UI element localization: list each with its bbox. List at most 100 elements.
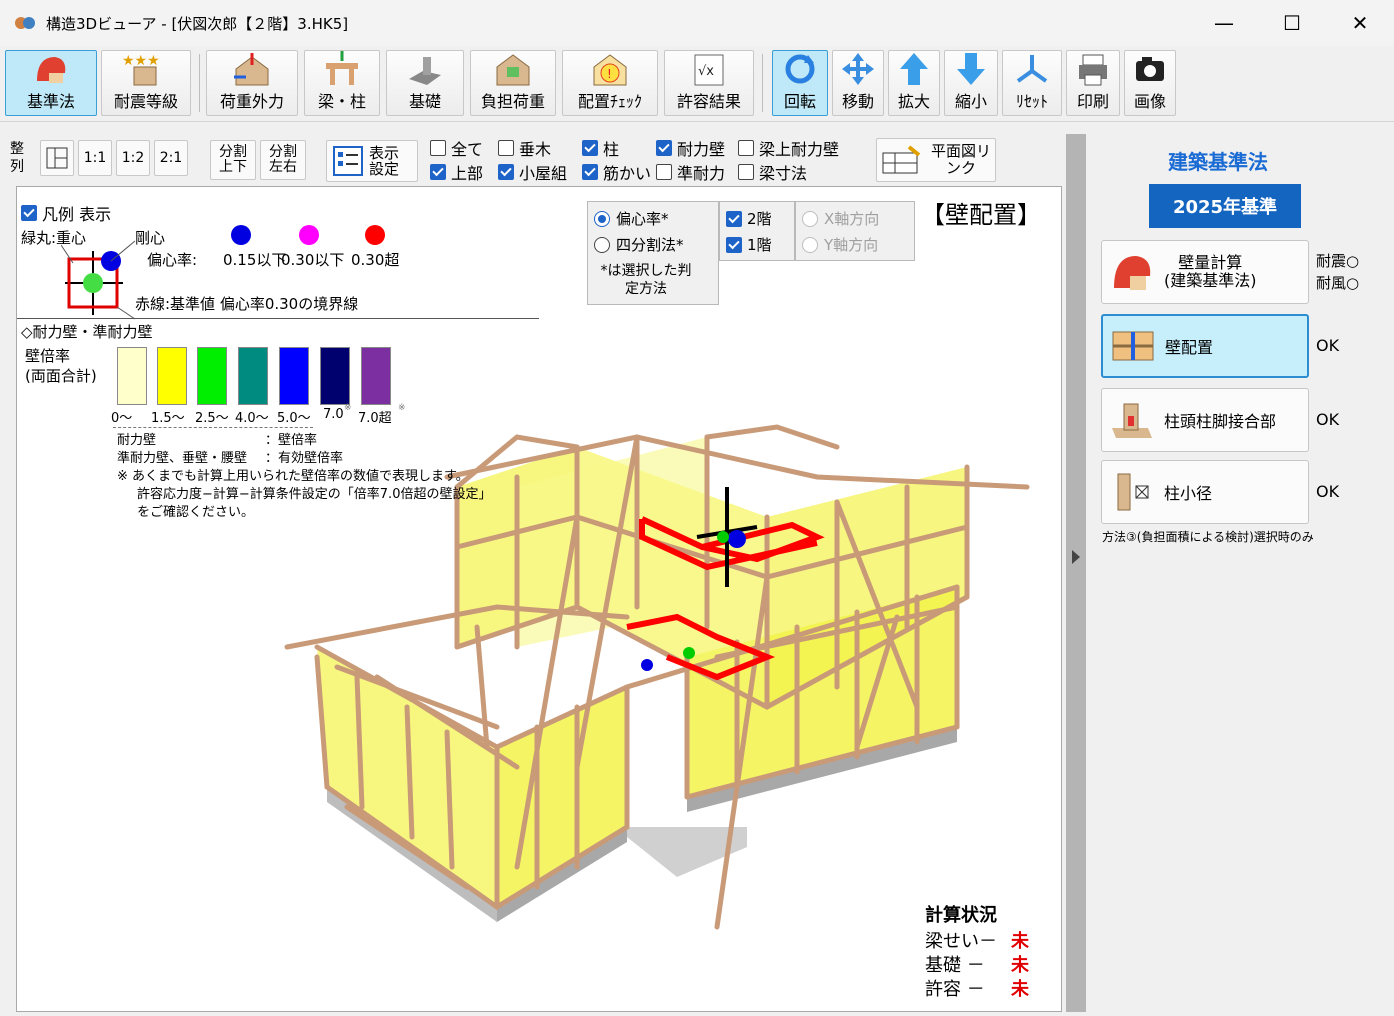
check-column[interactable]: 柱	[582, 136, 619, 160]
radio-x-axis[interactable]: X軸方向	[802, 208, 879, 229]
split-vertical-button[interactable]: 分割上下	[210, 140, 256, 180]
right-panel: 建築基準法 2025年基準 壁量計算 (建築基準法) 耐震○ 耐風○ 壁配置 O…	[1088, 126, 1394, 1016]
swatch-1-5	[157, 347, 187, 405]
calc-status-foundation: 未	[1011, 955, 1029, 976]
kijunho-button[interactable]: 基準法	[5, 50, 97, 116]
load-button[interactable]: 荷重外力	[206, 50, 298, 116]
chevron-right-icon[interactable]	[1070, 548, 1082, 566]
burden-house-icon	[496, 54, 530, 86]
column-size-icon	[1117, 473, 1149, 511]
calc-status-beam: 未	[1011, 931, 1029, 952]
layout-check-button[interactable]: ! 配置ﾁｪｯｸ	[562, 50, 658, 116]
swatch-5-0	[279, 347, 309, 405]
display-settings-button[interactable]: 表示設定	[326, 140, 418, 182]
stars-icon: ★★★	[122, 53, 160, 86]
swatch-label-5: 7.0	[323, 407, 344, 422]
minimize-button[interactable]: —	[1190, 0, 1258, 46]
ecc-dot-high	[365, 225, 385, 245]
radio-y-axis[interactable]: Y軸方向	[802, 234, 878, 255]
calc-row-beam: 梁せい－	[925, 931, 997, 952]
check-all[interactable]: 全て	[430, 136, 483, 160]
swatch-label-3: 4.0～	[235, 411, 269, 426]
3d-viewport[interactable]: 凡例 表示 緑丸:重心 剛心 偏心率: 0.15以下 0.30以下 0.30超 …	[16, 186, 1062, 1012]
wall-quantity-button[interactable]: 壁量計算 (建築基準法)	[1101, 240, 1309, 304]
check-beam-size[interactable]: 梁寸法	[738, 160, 807, 184]
swatch-label-6: 7.0超	[358, 411, 392, 426]
seismic-ok: 耐震○	[1316, 252, 1360, 270]
maximize-button[interactable]: ☐	[1258, 0, 1326, 46]
move-button[interactable]: 移動	[832, 50, 884, 116]
legend-toggle[interactable]: 凡例 表示	[21, 201, 111, 225]
swatch-label-1: 1.5～	[151, 411, 185, 426]
wall-ratio-label: 壁倍率	[25, 347, 71, 365]
reset-axes-icon	[1016, 55, 1048, 83]
note-quasi-wall: 準耐力壁、垂壁・腰壁	[117, 451, 248, 466]
ecc-level-1: 0.15以下	[223, 251, 287, 269]
calc-row-allowable: 許容 －	[925, 979, 985, 1000]
radio-eccentricity[interactable]: 偏心率*	[594, 208, 669, 229]
swatch-7-0	[320, 347, 350, 405]
check-roof-frame[interactable]: 小屋組	[498, 160, 567, 184]
panel-splitter[interactable]	[1066, 134, 1086, 1012]
taishin-button[interactable]: ★★★ 耐震等級	[101, 50, 191, 116]
align-layout-button[interactable]	[40, 140, 74, 176]
plan-link-button[interactable]: 平面図リンク	[876, 138, 996, 182]
arrow-down-icon	[957, 53, 985, 85]
calc-row-foundation: 基礎 －	[925, 955, 985, 976]
method-note-text: 方法③(負担面積による検討)選択時のみ	[1102, 530, 1314, 544]
note-bearing-wall-value: ：壁倍率	[265, 433, 318, 448]
swatch-0	[117, 347, 147, 405]
note-bearing-wall: 耐力壁	[117, 433, 157, 448]
column-diameter-status: OK	[1316, 482, 1340, 501]
zoom-out-button[interactable]: 縮小	[944, 50, 998, 116]
check-taruki[interactable]: 垂木	[498, 136, 551, 160]
check-beam-bearing-wall[interactable]: 梁上耐力壁	[738, 136, 839, 160]
ecc-dot-low	[231, 225, 251, 245]
panel-title: 建築基準法	[1168, 150, 1268, 174]
column-joint-button[interactable]: 柱頭柱脚接合部	[1101, 388, 1309, 452]
image-button[interactable]: 画像	[1124, 50, 1176, 116]
checklist-icon	[333, 146, 363, 176]
svg-text:!: !	[607, 67, 612, 81]
check-upper[interactable]: 上部	[430, 160, 483, 184]
check-quasi-wall[interactable]: 準耐力	[656, 160, 725, 184]
check-floor-1[interactable]: 1階	[726, 234, 772, 255]
printer-icon	[1079, 54, 1107, 86]
window-title: 構造3Dビューア - [伏図次郎【２階】3.HK5]	[46, 14, 349, 33]
joint-icon	[1112, 403, 1152, 438]
ratio-1-1-button[interactable]: 1:1	[78, 140, 112, 176]
title-bar: 構造3Dビューア - [伏図次郎【２階】3.HK5] — ☐ ✕	[0, 0, 1394, 46]
helmet-icon	[1114, 256, 1151, 290]
layout-icon	[46, 147, 68, 169]
wall-layout-button[interactable]: 壁配置	[1101, 314, 1309, 378]
zoom-in-button[interactable]: 拡大	[888, 50, 940, 116]
main-toolbar: 基準法 ★★★ 耐震等級 荷重外力 梁・柱 基礎 負担荷重 ! 配置ﾁｪｯｸ √…	[0, 46, 1394, 122]
radio-quadrant[interactable]: 四分割法*	[594, 234, 684, 255]
view-toolbar: 整列 1:1 1:2 2:1 分割上下 分割左右 表示設定 全て 垂木 柱 耐力…	[4, 126, 1064, 186]
check-floor-2[interactable]: 2階	[726, 208, 772, 229]
move-icon	[842, 53, 874, 85]
calc-status-title: 計算状況	[925, 905, 997, 926]
swatch-2-5	[197, 347, 227, 405]
floor-panel: 2階 1階	[719, 201, 795, 261]
wall-ratio-sublabel: (両面合計)	[25, 367, 97, 385]
camera-icon	[1136, 57, 1164, 81]
foundation-button[interactable]: 基礎	[386, 50, 464, 116]
rotate-button[interactable]: 回転	[772, 50, 828, 116]
print-button[interactable]: 印刷	[1066, 50, 1120, 116]
ratio-2-1-button[interactable]: 2:1	[154, 140, 188, 176]
check-brace[interactable]: 筋かい	[582, 160, 651, 184]
swatch-mark-6: ※	[398, 403, 406, 413]
check-bearing-wall[interactable]: 耐力壁	[656, 136, 725, 160]
close-button[interactable]: ✕	[1326, 0, 1394, 46]
reset-button[interactable]: ﾘｾｯﾄ	[1002, 50, 1062, 116]
ratio-1-2-button[interactable]: 1:2	[116, 140, 150, 176]
split-horizontal-button[interactable]: 分割左右	[260, 140, 306, 180]
standard-badge[interactable]: 2025年基準	[1149, 184, 1301, 228]
beam-column-button[interactable]: 梁・柱	[304, 50, 380, 116]
column-diameter-button[interactable]: 柱小径	[1101, 460, 1309, 524]
swatch-divider	[113, 427, 313, 428]
burden-button[interactable]: 負担荷重	[470, 50, 556, 116]
allowable-result-button[interactable]: √x 許容結果	[664, 50, 754, 116]
wall-layout-status: OK	[1316, 336, 1340, 355]
